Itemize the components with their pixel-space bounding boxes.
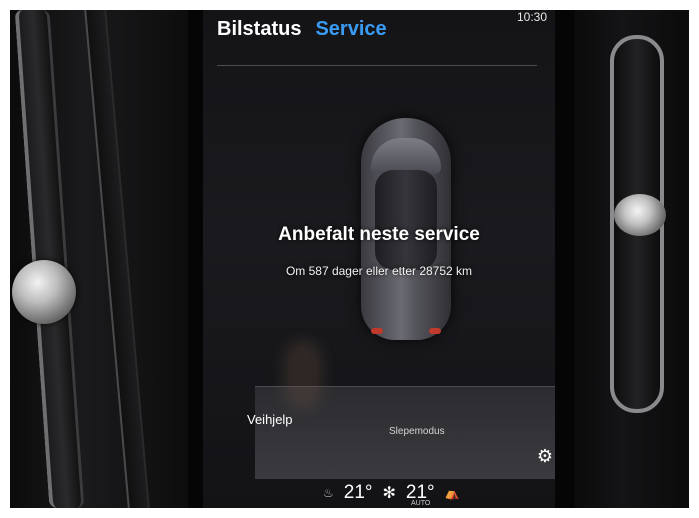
hazard-knob-left [12,260,76,324]
tab-bilstatus[interactable]: Bilstatus [217,18,301,41]
veihjelp-button[interactable]: Veihjelp [247,412,293,427]
seat-heat-icon[interactable]: ♨ [323,486,334,500]
car-roof [375,170,437,270]
car-tail-light-right [429,328,441,334]
photo-frame: 10:30 Bilstatus Service Anbefalt neste s… [10,10,689,508]
tab-bar: Bilstatus Service [217,18,387,41]
tab-service[interactable]: Service [315,18,386,41]
service-details: Om 587 dager eller etter 28752 km [285,264,473,278]
seat-icon[interactable]: ⛺ [445,486,460,500]
climate-bar: ♨ 21° ✻ AUTO 21° ⛺ [323,478,555,508]
tab-divider [217,65,537,66]
settings-gear-icon[interactable]: ⚙ [535,446,555,466]
status-time: 10:30 [516,10,547,24]
car-tail-light-left [371,328,383,334]
fan-auto-label: AUTO [411,500,431,507]
temp-left[interactable]: 21° [344,482,373,504]
status-bar: 10:30 [517,10,547,24]
hand-reflection [283,340,323,410]
vent-knob-right [614,194,666,236]
car-windshield [371,138,441,174]
fan-icon[interactable]: ✻ [383,483,396,503]
slepemodus-button[interactable]: Slepemodus [389,426,445,437]
service-headline: Anbefalt neste service [278,224,480,245]
infotainment-screen: 10:30 Bilstatus Service Anbefalt neste s… [203,10,555,508]
